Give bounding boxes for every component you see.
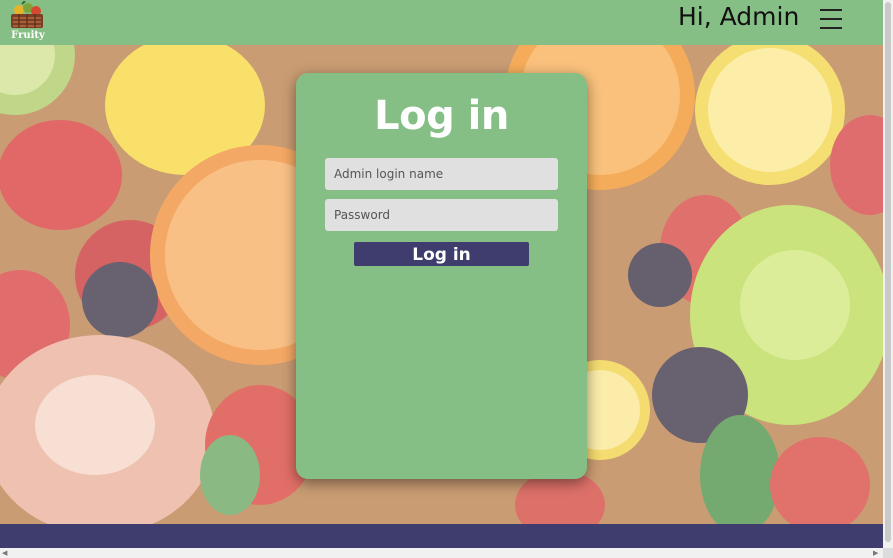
fruity-logo[interactable]: Fruity: [8, 1, 46, 43]
fruit-basket-icon: [11, 1, 43, 28]
menu-line: [820, 27, 842, 29]
vertical-scrollbar[interactable]: [883, 0, 893, 548]
login-title: Log in: [374, 93, 509, 139]
scroll-left-arrow-icon[interactable]: ◀: [2, 550, 7, 557]
vertical-scroll-thumb[interactable]: [885, 2, 891, 542]
hamburger-menu-icon[interactable]: [820, 9, 842, 31]
horizontal-scrollbar[interactable]: ◀ ▶: [0, 548, 883, 558]
scrollbar-corner: [883, 548, 893, 558]
footer-bar: [0, 524, 883, 548]
user-greeting: Hi, Admin: [678, 2, 800, 31]
top-navbar: Fruity Hi, Admin: [0, 0, 883, 45]
admin-login-name-input[interactable]: [325, 158, 558, 190]
menu-line: [820, 9, 842, 11]
login-card: Log in Log in: [296, 73, 587, 479]
menu-line: [820, 18, 842, 20]
login-button[interactable]: Log in: [354, 242, 529, 266]
password-input[interactable]: [325, 199, 558, 231]
logo-text: Fruity: [11, 30, 45, 41]
scroll-right-arrow-icon[interactable]: ▶: [873, 550, 878, 557]
